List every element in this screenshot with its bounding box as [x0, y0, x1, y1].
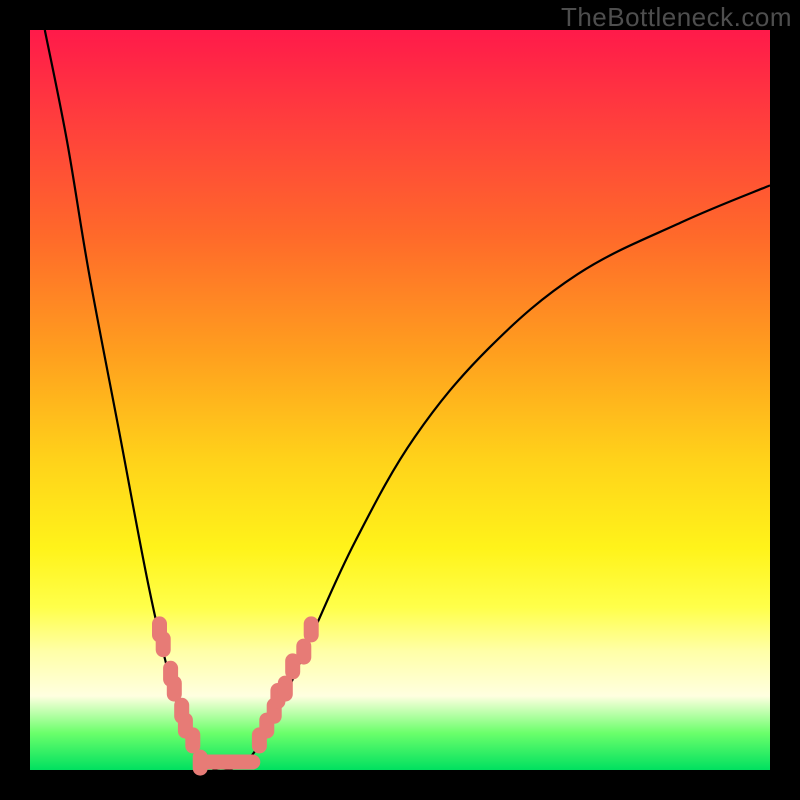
- curve-right: [230, 185, 770, 770]
- data-marker: [278, 676, 293, 702]
- markers-bottom: [199, 755, 260, 770]
- watermark-text: TheBottleneck.com: [561, 2, 792, 33]
- plot-area: [30, 30, 770, 770]
- markers-right: [252, 616, 319, 753]
- data-marker: [236, 755, 260, 770]
- chart-svg: [30, 30, 770, 770]
- chart-frame: TheBottleneck.com: [0, 0, 800, 800]
- curve-left: [45, 30, 230, 771]
- data-marker: [185, 727, 200, 753]
- data-marker: [304, 616, 319, 642]
- data-marker: [156, 631, 171, 657]
- data-marker: [296, 639, 311, 665]
- data-marker: [167, 676, 182, 702]
- markers-left: [152, 616, 208, 775]
